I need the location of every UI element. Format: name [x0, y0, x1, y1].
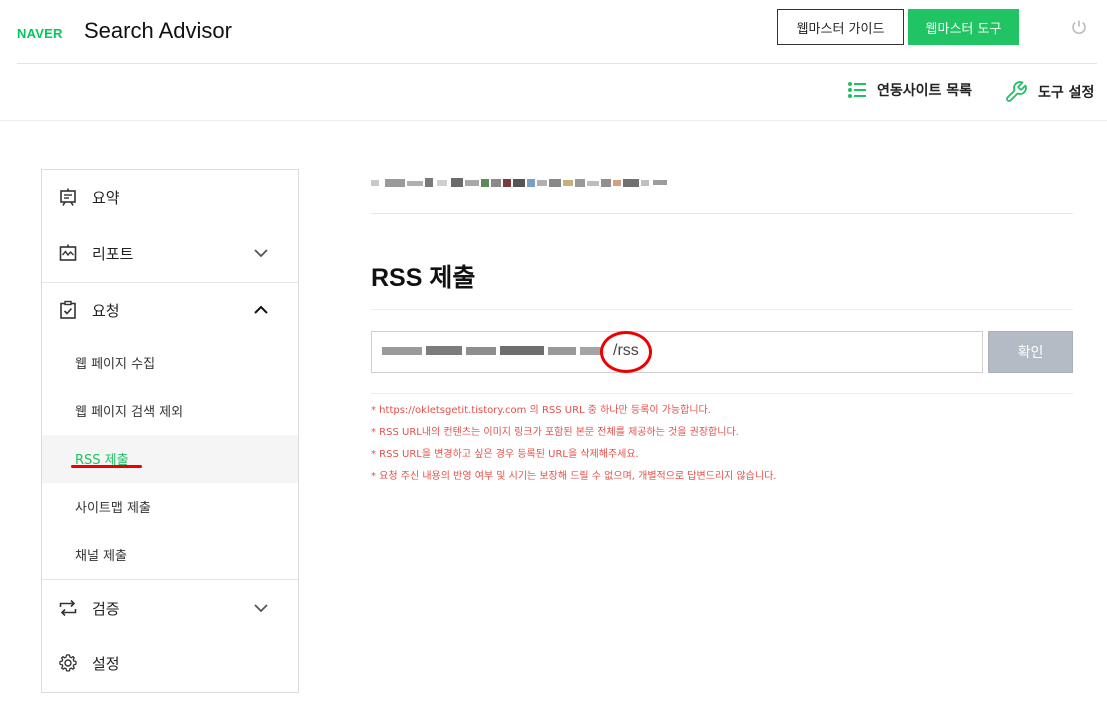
sidebar-subitem-web-page-collect[interactable]: 웹 페이지 수집	[42, 339, 298, 387]
sidebar-label-summary: 요약	[92, 188, 120, 207]
chevron-down-icon[interactable]	[253, 600, 269, 616]
sidebar-label-verify: 검증	[92, 599, 120, 618]
content-divider	[371, 213, 1073, 214]
chevron-down-icon[interactable]	[253, 245, 269, 261]
content-divider	[371, 309, 1073, 310]
gear-icon	[59, 654, 77, 672]
notice-item: * RSS URL내의 컨텐츠는 이미지 링크가 포함된 본문 전체를 제공하는…	[371, 427, 739, 438]
page-title: RSS 제출	[371, 264, 476, 292]
sidebar-subitem-rss-submit[interactable]: RSS 제출	[42, 435, 298, 483]
app-title[interactable]: Search Advisor	[84, 18, 232, 44]
sidebar-divider	[42, 282, 298, 283]
webmaster-guide-button[interactable]: 웹마스터 가이드	[777, 9, 904, 45]
sidebar-subitem-web-page-exclude[interactable]: 웹 페이지 검색 제외	[42, 387, 298, 435]
notice-item: * 요청 주신 내용의 반영 여부 및 시기는 보장해 드릴 수 없으며, 개별…	[371, 471, 777, 482]
naver-logo[interactable]: NAVER	[17, 26, 63, 41]
red-highlight-circle	[600, 331, 652, 373]
subitem-label: 웹 페이지 수집	[75, 357, 156, 372]
subitem-label: 사이트맵 제출	[75, 501, 151, 516]
notice-item: * https://okletsgetit.tistory.com 의 RSS …	[371, 405, 711, 416]
blurred-url-text	[382, 346, 602, 355]
power-icon[interactable]	[1070, 18, 1088, 36]
sidebar-item-summary[interactable]: 요약	[42, 178, 298, 216]
webmaster-tool-button[interactable]: 웹마스터 도구	[908, 9, 1019, 45]
sidebar-label-report: 리포트	[92, 244, 134, 263]
summary-icon	[60, 188, 76, 206]
chevron-up-icon[interactable]	[253, 302, 269, 318]
subitem-label: 웹 페이지 검색 제외	[75, 405, 184, 420]
tool-settings-link[interactable]: 도구 설정	[1004, 80, 1094, 104]
sidebar-item-request[interactable]: 요청	[42, 291, 298, 329]
red-highlight-underline	[71, 465, 142, 468]
linked-sites-label: 연동사이트 목록	[877, 83, 973, 99]
subitem-label: 채널 제출	[75, 549, 127, 564]
sidebar-subitem-channel-submit[interactable]: 채널 제출	[42, 531, 298, 579]
tool-settings-label: 도구 설정	[1038, 85, 1095, 101]
notice-item: * RSS URL을 변경하고 싶은 경우 등록된 URL을 삭제해주세요.	[371, 449, 639, 460]
sidebar-label-settings: 설정	[92, 654, 120, 673]
sidebar-label-request: 요청	[92, 301, 120, 320]
wrench-icon	[1006, 81, 1027, 102]
sidebar-item-verify[interactable]: 검증	[42, 589, 298, 627]
top-header: NAVER Search Advisor 웹마스터 가이드 웹마스터 도구	[0, 0, 1107, 64]
linked-sites-link[interactable]: 연동사이트 목록	[847, 80, 972, 100]
sub-navigation: 연동사이트 목록 도구 설정	[0, 64, 1107, 121]
sidebar: 요약 리포트 요청 웹 페이지 수집 웹 페이지 검색 제외 RSS 제출 사이…	[41, 169, 299, 693]
sidebar-subitem-sitemap-submit[interactable]: 사이트맵 제출	[42, 483, 298, 531]
sidebar-divider	[42, 579, 298, 580]
list-icon	[848, 82, 866, 98]
report-icon	[59, 244, 77, 261]
sidebar-item-settings[interactable]: 설정	[42, 644, 298, 682]
notice-list: * https://okletsgetit.tistory.com 의 RSS …	[371, 404, 776, 492]
confirm-button[interactable]: 확인	[988, 331, 1073, 373]
blurred-site-name	[371, 178, 667, 187]
sidebar-item-report[interactable]: 리포트	[42, 234, 298, 272]
content-divider	[371, 393, 1073, 394]
repeat-icon	[59, 599, 77, 617]
clipboard-check-icon	[60, 300, 76, 319]
